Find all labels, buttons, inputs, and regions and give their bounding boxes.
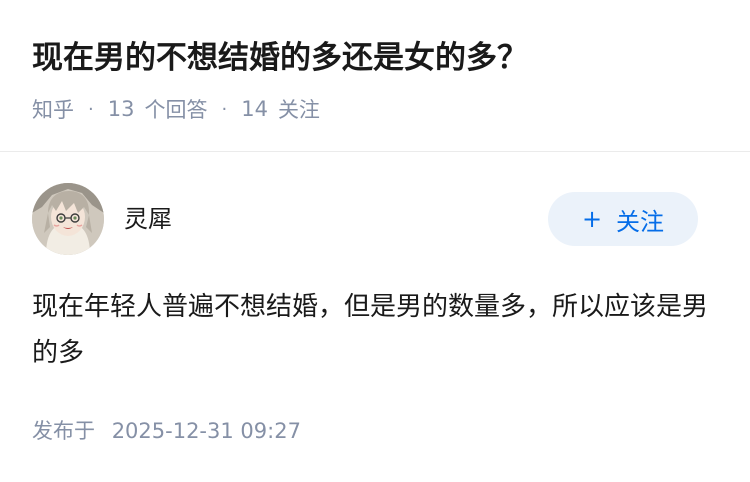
plus-icon: + [581,205,603,233]
question-meta: 知乎 · 13 个回答 · 14 关注 [32,94,320,124]
source-label[interactable]: 知乎 [32,94,74,124]
author-name[interactable]: 灵犀 [124,202,172,236]
avatar-illustration [32,183,104,255]
divider [0,151,750,152]
separator-dot: · [88,98,94,120]
follow-button-label: 关注 [616,207,665,236]
answer-count: 13 [107,97,135,121]
follow-button[interactable]: + 关注 [548,192,698,246]
published-label: 发布于 [32,419,95,443]
separator-dot: · [221,98,228,120]
follower-count: 14 [241,97,268,121]
answer-content[interactable]: 现在年轻人普遍不想结婚，但是男的数量多，所以应该是男的多 [32,284,722,376]
answer-count-label: 个回答 [144,98,208,122]
author-avatar[interactable] [32,183,104,255]
publish-info: 发布于 2025-12-31 09:27 [32,416,301,446]
published-time: 2025-12-31 09:27 [111,419,301,443]
follower-count-label: 关注 [277,98,320,122]
question-title[interactable]: 现在男的不想结婚的多还是女的多？ [32,36,528,80]
